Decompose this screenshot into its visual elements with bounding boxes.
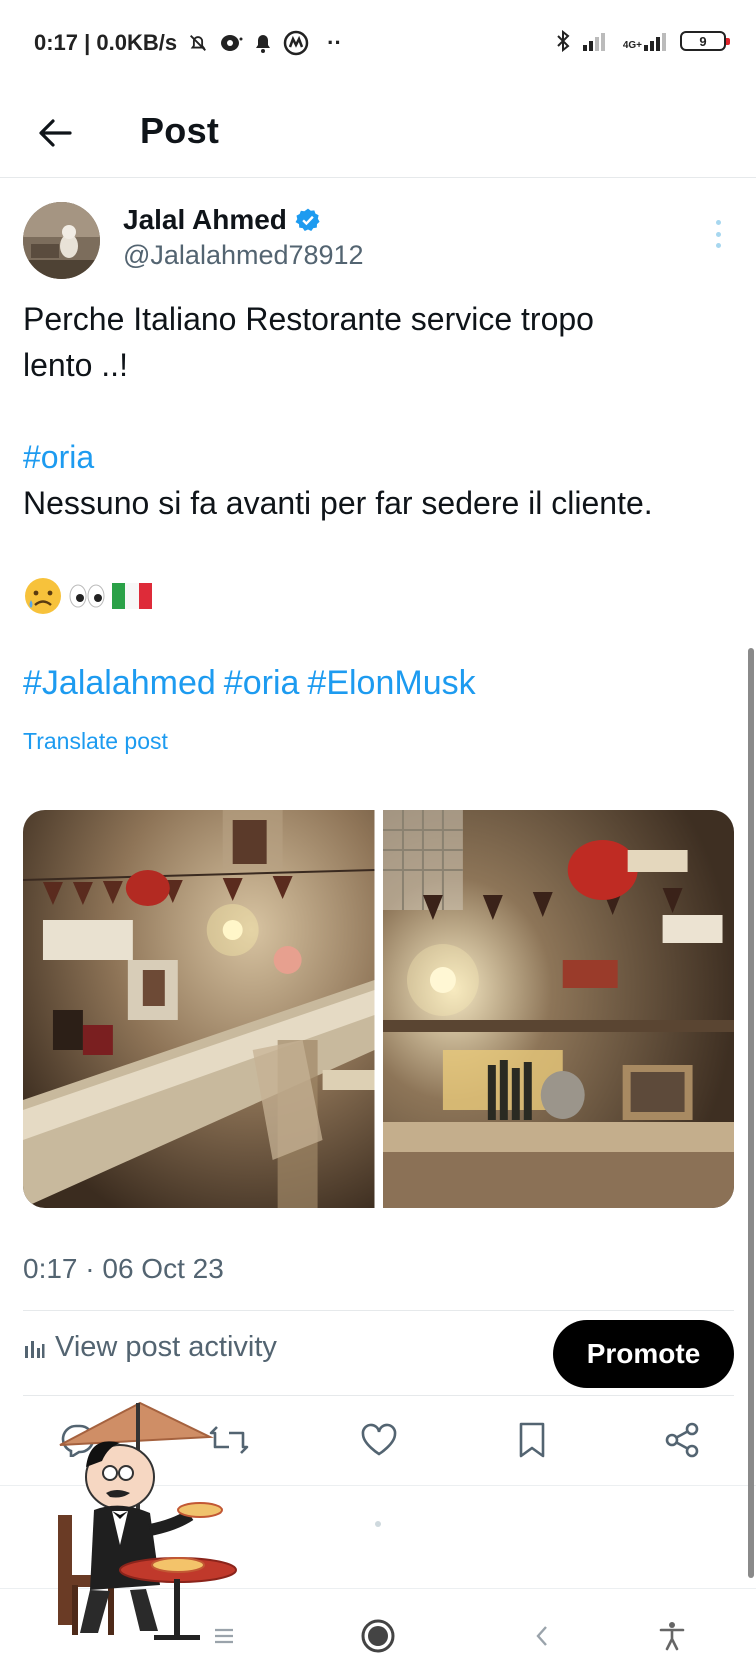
hashtag-link[interactable]: #oria <box>23 434 94 480</box>
signal-4g: 4G+ <box>623 31 668 51</box>
arrow-left-icon <box>39 119 72 147</box>
header: Post <box>0 90 756 178</box>
status-bar: 0:17 | 0.0KB/s ·· 4G+ 9 <box>0 0 756 90</box>
status-left: 0:17 | 0.0KB/s ·· <box>34 30 342 56</box>
post-media <box>23 810 734 1208</box>
italy-flag-emoji <box>112 583 152 609</box>
photo-2[interactable] <box>382 810 734 1208</box>
home-circle-icon <box>361 1619 395 1653</box>
back-chevron-icon <box>536 1626 547 1646</box>
author-name[interactable]: Jalal Ahmed <box>123 204 321 236</box>
more-dot <box>715 243 721 248</box>
signal-4g-icon <box>644 33 666 51</box>
eyes-emoji <box>69 584 105 608</box>
like-icon <box>361 1423 397 1456</box>
analytics-icon <box>25 1340 45 1358</box>
status-time-speed: 0:17 | 0.0KB/s <box>34 30 178 55</box>
like-button[interactable] <box>349 1410 409 1470</box>
post-text-line: Perche Italiano Restorante service tropo <box>23 301 594 337</box>
post-text-line: Nessuno si fa avanti per far sedere il c… <box>23 485 653 521</box>
promote-button[interactable]: Promote <box>553 1320 734 1388</box>
accessibility-icon <box>659 1622 685 1651</box>
signal-icon <box>582 33 605 51</box>
avatar[interactable] <box>23 202 100 279</box>
share-button[interactable] <box>652 1410 712 1470</box>
restaurant-photo-1 <box>23 810 375 1208</box>
photo-1[interactable] <box>23 810 375 1208</box>
bell-icon <box>256 35 271 53</box>
post-text-line: lento ..! <box>23 347 128 383</box>
accessibility-button[interactable] <box>644 1608 700 1664</box>
hashtag-link[interactable]: #oria <box>224 664 300 702</box>
divider <box>23 1310 734 1311</box>
hashtag-link[interactable]: #ElonMusk <box>307 664 475 702</box>
author-handle: @Jalalahmed78912 <box>123 240 364 270</box>
share-icon <box>665 1422 699 1458</box>
more-options-button[interactable] <box>706 216 730 252</box>
translate-post-link[interactable]: Translate post <box>23 728 168 755</box>
nav-back-button[interactable] <box>514 1608 570 1664</box>
more-dot <box>715 231 721 237</box>
app-m-icon <box>283 30 309 56</box>
post-timestamp: 0:17 · 06 Oct 23 <box>23 1253 224 1284</box>
net-label: 4G+ <box>622 40 642 51</box>
verified-badge-icon <box>295 208 320 231</box>
status-right: 4G+ 9 <box>555 30 730 52</box>
chat-icon <box>221 35 243 51</box>
waiter-sticker-image <box>58 1401 237 1640</box>
page-indicator-dot <box>375 1521 381 1527</box>
activity-label: View post activity <box>55 1331 277 1363</box>
bookmark-button[interactable] <box>502 1410 562 1470</box>
emoji-line <box>23 576 153 616</box>
avatar-image <box>23 202 100 279</box>
page-title: Post <box>140 110 220 151</box>
bookmark-icon <box>519 1422 545 1458</box>
back-button[interactable] <box>30 108 80 158</box>
hashtag-link[interactable]: #Jalalahmed <box>23 664 216 702</box>
author-name-text: Jalal Ahmed <box>123 204 287 235</box>
tags-line: #Jalalahmed #oria #ElonMusk <box>23 664 484 703</box>
more-dot <box>715 220 721 225</box>
status-more: ·· <box>327 30 342 55</box>
sad-face-emoji <box>25 578 61 614</box>
bell-muted-icon <box>190 35 207 51</box>
restaurant-photo-2 <box>382 810 734 1208</box>
battery-indicator: 9 <box>680 31 730 51</box>
view-post-activity-link[interactable]: View post activity <box>23 1331 277 1364</box>
home-button[interactable] <box>350 1608 406 1664</box>
bluetooth-icon <box>557 30 570 52</box>
scrollbar[interactable] <box>748 648 754 1578</box>
battery-level: 9 <box>699 33 707 49</box>
